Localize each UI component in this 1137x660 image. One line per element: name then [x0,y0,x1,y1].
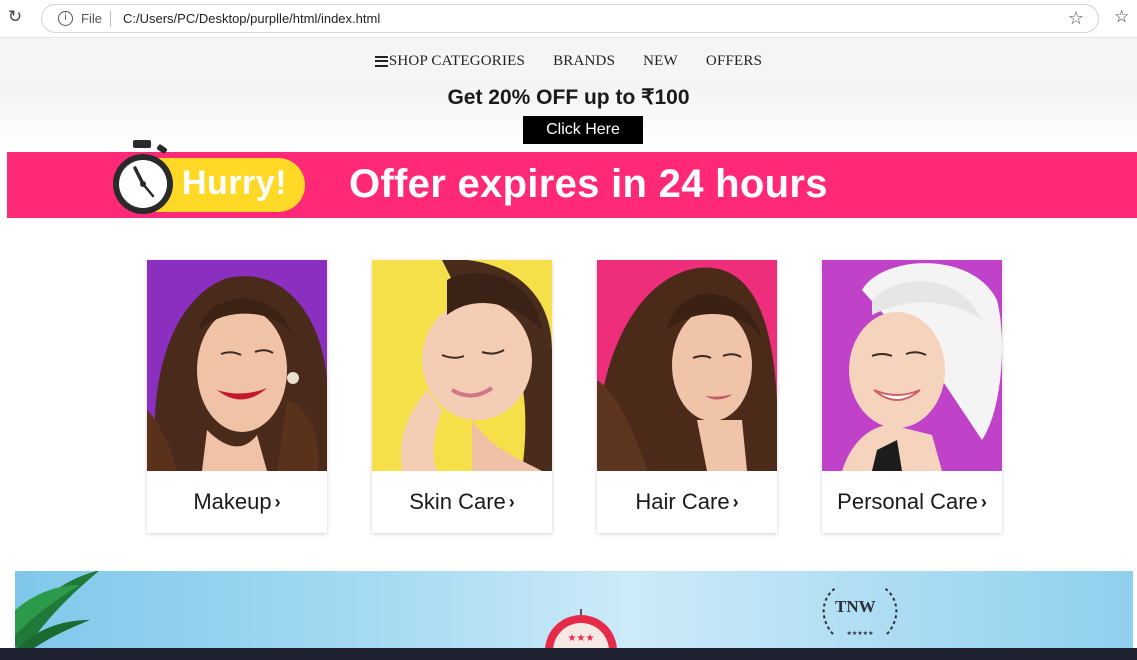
category-name: Makeup [193,489,272,514]
favorites-icon[interactable]: ☆ [1114,7,1129,27]
nav-brands[interactable]: BRANDS [553,53,615,70]
category-card-makeup[interactable]: Makeup › [147,260,327,533]
svg-text:★★★★★: ★★★★★ [847,630,874,637]
chevron-right-icon: › [508,491,515,512]
nav-offers[interactable]: OFFERS [706,53,762,70]
nav-label: SHOP CATEGORIES [388,52,526,69]
category-image-makeup [147,260,327,471]
category-card-skin-care[interactable]: Skin Care › [372,260,552,533]
url-text[interactable]: C:/Users/PC/Desktop/purplle/html/index.h… [123,11,380,26]
category-image-skin-care [372,260,552,471]
offer-expiry-text: Offer expires in 24 hours [349,162,828,206]
category-label-hair-care: Hair Care › [597,471,777,533]
hurry-label: Hurry! [182,164,288,202]
tnw-logo-text: TNW [835,597,876,616]
bottom-promo-banner[interactable]: ★★★ ★★★★★ TNW [15,571,1133,651]
nav-shop-categories[interactable]: SHOP CATEGORIES [374,52,526,70]
address-bar[interactable]: i File C:/Users/PC/Desktop/purplle/html/… [41,4,1099,33]
category-label-makeup: Makeup › [147,471,327,533]
reload-icon[interactable]: ↻ [6,8,24,26]
os-taskbar [0,648,1137,660]
category-name: Skin Care [409,489,506,514]
stopwatch-icon [113,140,173,214]
category-card-personal-care[interactable]: Personal Care › [822,260,1002,533]
chevron-right-icon: › [732,491,739,512]
click-here-button[interactable]: Click Here [523,116,643,144]
category-image-personal-care [822,260,1002,471]
chevron-right-icon: › [980,491,987,512]
offer-banner[interactable]: Hurry! Offer expires in 24 hours [7,140,1137,218]
category-name: Hair Care [635,489,730,514]
category-label-personal-care: Personal Care › [822,471,1002,533]
divider [110,11,111,27]
url-scheme: File [81,11,102,26]
site-nav: SHOP CATEGORIES BRANDS NEW OFFERS [0,38,1137,84]
category-name: Personal Care [837,489,978,514]
category-image-hair-care [597,260,777,471]
sale-badge-image: ★★★ [545,609,617,651]
palm-leaf-image [15,571,99,651]
category-card-hair-care[interactable]: Hair Care › [597,260,777,533]
promo-text: Get 20% OFF up to ₹100 [447,86,690,109]
chevron-right-icon: › [274,491,281,512]
nav-new[interactable]: NEW [643,53,678,70]
bookmark-star-icon[interactable]: ☆ [1068,8,1084,29]
browser-toolbar: ↻ i File C:/Users/PC/Desktop/purplle/htm… [0,0,1137,38]
category-label-skin-care: Skin Care › [372,471,552,533]
hamburger-menu-icon [374,55,388,67]
svg-text:★★★: ★★★ [568,633,595,644]
info-icon[interactable]: i [58,11,73,26]
